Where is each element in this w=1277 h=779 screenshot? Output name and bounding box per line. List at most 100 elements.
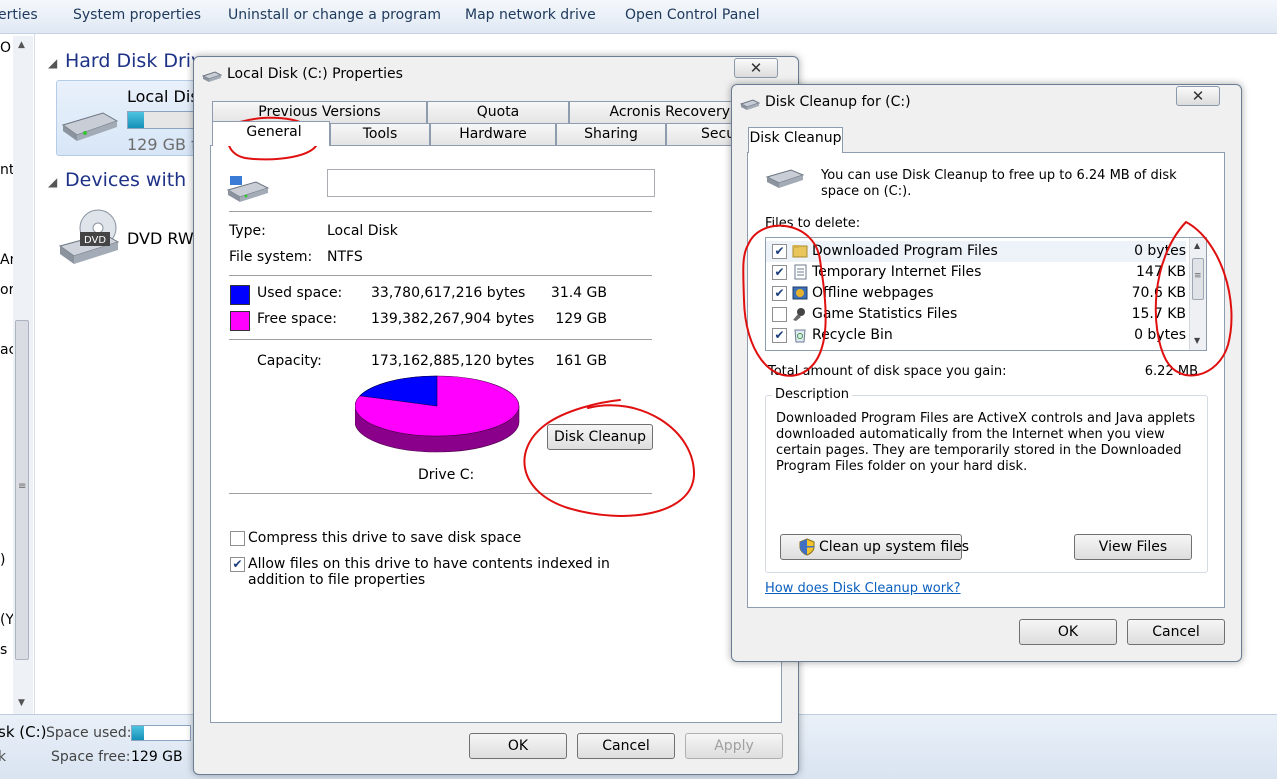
toolbar-item-map-network-drive[interactable]: Map network drive — [465, 7, 596, 23]
divider — [229, 493, 652, 494]
used-space-gb: 31.4 GB — [550, 285, 607, 301]
toolbar-item-uninstall[interactable]: Uninstall or change a program — [228, 7, 441, 23]
help-link[interactable]: How does Disk Cleanup work? — [765, 581, 961, 596]
list-item[interactable]: ✔ Offline webpages 70.6 KB — [766, 283, 1186, 304]
ok-button[interactable]: OK — [469, 733, 567, 759]
navigation-scrollbar[interactable]: ▲ ≡ ▼ — [13, 36, 33, 714]
list-item[interactable]: Game Statistics Files 15.7 KB — [766, 304, 1186, 325]
drive-free-text: 129 GB f — [127, 135, 197, 154]
cancel-button[interactable]: Cancel — [1127, 619, 1225, 645]
file-name: Offline webpages — [812, 285, 934, 301]
hard-drive-icon — [61, 112, 119, 141]
checkmark-icon: ✔ — [774, 244, 785, 258]
checkmark-icon: ✔ — [774, 286, 785, 300]
files-to-delete-list[interactable]: ✔ Downloaded Program Files 0 bytes ✔ Tem… — [765, 237, 1207, 351]
cleanup-intro: You can use Disk Cleanup to free up to 6… — [821, 168, 1177, 199]
group-header-hard-disk[interactable]: Hard Disk Drive — [65, 50, 214, 72]
file-name: Temporary Internet Files — [812, 264, 982, 280]
file-checkbox[interactable]: ✔ — [772, 286, 787, 301]
close-icon: ✕ — [749, 59, 763, 77]
space-used-label: Space used: — [46, 725, 132, 741]
list-item[interactable]: ✔ Recycle Bin 0 bytes — [766, 325, 1186, 346]
toolbar-item-system-properties[interactable]: System properties — [73, 7, 201, 23]
divider — [229, 339, 652, 340]
checkmark-icon: ✔ — [232, 557, 243, 571]
tab-previous-versions[interactable]: Previous Versions — [212, 101, 427, 123]
nav-fragment[interactable]: ac — [0, 342, 14, 358]
description-text: Downloaded Program Files are ActiveX con… — [776, 411, 1196, 474]
free-space-label: Free space: — [257, 311, 337, 327]
scrollbar-thumb[interactable]: ≡ — [15, 320, 29, 660]
used-space-bytes: 33,780,617,216 bytes — [371, 285, 526, 301]
disk-cleanup-button[interactable]: Disk Cleanup — [547, 424, 653, 450]
disk-cleanup-panel: You can use Disk Cleanup to free up to 6… — [747, 152, 1225, 608]
type-label: Type: — [229, 223, 266, 239]
apply-button[interactable]: Apply — [685, 733, 783, 759]
file-checkbox[interactable]: ✔ — [772, 244, 787, 259]
used-space-swatch — [230, 285, 250, 305]
ok-button[interactable]: OK — [1019, 619, 1117, 645]
cancel-button[interactable]: Cancel — [577, 733, 675, 759]
file-system-value: NTFS — [327, 249, 363, 265]
local-disk-tile[interactable]: Local Disk 129 GB f — [56, 80, 208, 156]
index-label: Allow files on this drive to have conten… — [248, 556, 610, 588]
nav-fragment[interactable]: s — [0, 642, 14, 658]
grip-icon: ≡ — [1194, 271, 1202, 281]
list-item[interactable]: ✔ Temporary Internet Files 147 KB — [766, 262, 1186, 283]
collapse-arrow-icon[interactable]: ◢ — [48, 56, 57, 70]
nav-fragment[interactable]: or — [0, 282, 14, 298]
tab-hardware[interactable]: Hardware — [430, 123, 556, 145]
scrollbar-thumb[interactable]: ≡ — [1192, 258, 1204, 300]
file-system-label: File system: — [229, 249, 313, 265]
dvd-label: DVD — [84, 235, 106, 246]
file-checkbox[interactable]: ✔ — [772, 265, 787, 280]
file-size: 15.7 KB — [1131, 306, 1186, 322]
globe-icon — [792, 286, 808, 300]
collapse-arrow-icon[interactable]: ◢ — [48, 175, 57, 189]
toolbar-item-properties[interactable]: erties — [0, 7, 38, 23]
nav-fragment[interactable]: O — [0, 40, 14, 56]
file-checkbox[interactable]: ✔ — [772, 328, 787, 343]
toolbar-item-open-control-panel[interactable]: Open Control Panel — [625, 7, 760, 23]
tab-general[interactable]: General — [212, 121, 330, 146]
nav-fragment[interactable]: nt — [0, 162, 14, 178]
tab-tools[interactable]: Tools — [330, 123, 430, 145]
drive-letter-label: Drive C: — [418, 467, 475, 483]
free-space-gb: 129 GB — [555, 311, 607, 327]
total-gain-label: Total amount of disk space you gain: — [768, 364, 1007, 379]
divider — [229, 275, 652, 276]
clean-up-system-files-button[interactable]: Clean up system files — [780, 534, 969, 560]
close-button[interactable]: ✕ — [1176, 86, 1220, 106]
file-name: Game Statistics Files — [812, 306, 958, 322]
clean-up-system-files-label: Clean up system files — [819, 539, 970, 555]
view-files-button[interactable]: View Files — [1074, 534, 1192, 560]
drive-label-input[interactable] — [327, 169, 655, 197]
compress-checkbox[interactable] — [230, 531, 245, 546]
list-scrollbar[interactable]: ▲ ≡ ▼ — [1189, 238, 1206, 350]
index-checkbox[interactable]: ✔ — [230, 557, 245, 572]
dvd-drive-icon: DVD — [58, 209, 120, 264]
file-name: Recycle Bin — [812, 327, 893, 343]
scroll-down-icon[interactable]: ▼ — [18, 698, 25, 708]
scroll-up-icon[interactable]: ▲ — [18, 40, 25, 50]
dvd-drive-name[interactable]: DVD RW — [127, 229, 194, 248]
description-label: Description — [772, 387, 853, 402]
nav-fragment[interactable]: An — [0, 252, 14, 268]
capacity-label: Capacity: — [257, 353, 322, 369]
total-gain-value: 6.22 MB — [1144, 364, 1198, 379]
tab-disk-cleanup[interactable]: Disk Cleanup — [748, 127, 843, 153]
nav-fragment[interactable]: (Y — [0, 612, 14, 628]
tab-quota[interactable]: Quota — [427, 101, 569, 123]
group-header-devices[interactable]: Devices with R — [65, 169, 205, 191]
nav-fragment[interactable]: ) — [0, 552, 14, 568]
file-checkbox[interactable] — [772, 307, 787, 322]
scroll-up-icon[interactable]: ▲ — [1194, 241, 1200, 250]
tab-sharing[interactable]: Sharing — [556, 123, 666, 145]
game-icon — [793, 308, 805, 321]
list-item[interactable]: ✔ Downloaded Program Files 0 bytes — [766, 241, 1186, 262]
scroll-down-icon[interactable]: ▼ — [1194, 336, 1200, 345]
file-name: Downloaded Program Files — [812, 243, 998, 259]
general-tab-panel: Type: Local Disk File system: NTFS Used … — [210, 145, 782, 723]
space-free-label: Space free: — [51, 749, 131, 765]
close-button[interactable]: ✕ — [734, 58, 778, 78]
